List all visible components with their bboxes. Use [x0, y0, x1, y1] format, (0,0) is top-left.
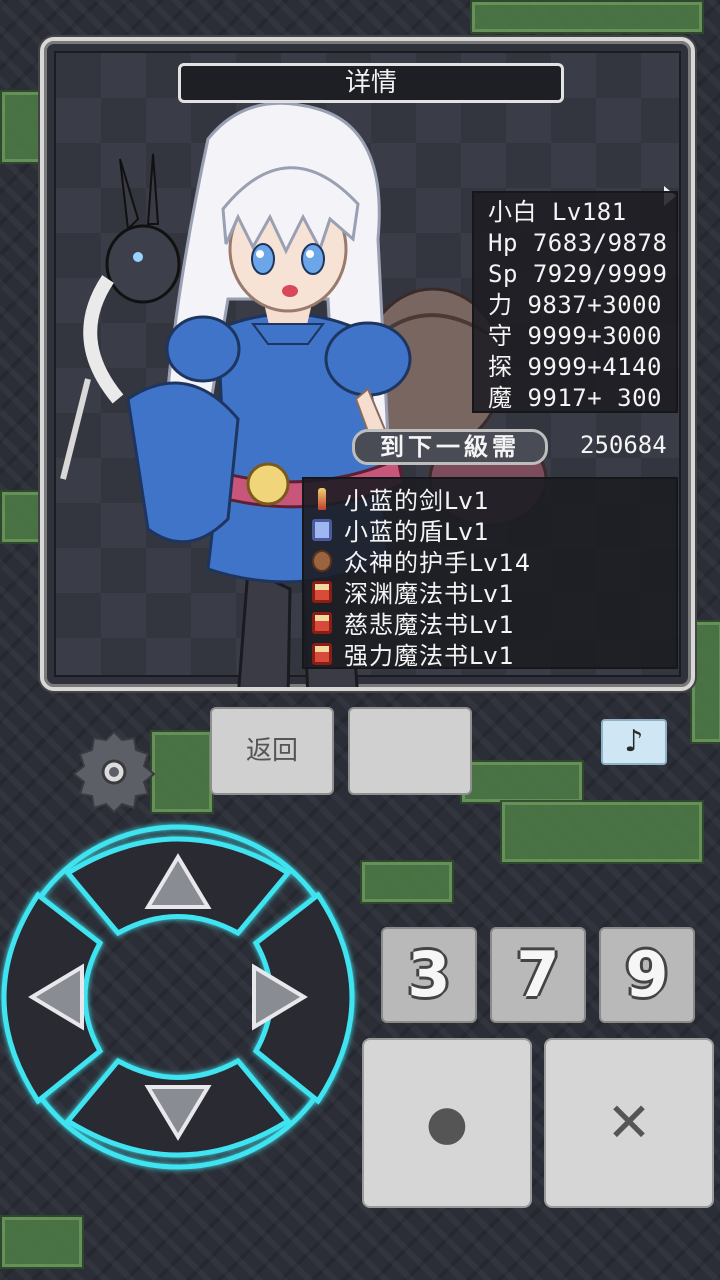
music-toggle-button[interactable]: ♪	[601, 719, 667, 765]
spellbook-icon	[312, 580, 332, 603]
equipment-name: 深渊魔法书Lv1	[344, 580, 515, 608]
map-tile	[360, 860, 454, 904]
equipment-name: 慈悲魔法书Lv1	[344, 611, 515, 639]
equipment-name: 众神的护手Lv14	[344, 549, 532, 577]
next-level-label: 到下一級需	[352, 429, 548, 465]
map-tile	[0, 490, 44, 544]
list-item: 众神的护手Lv14	[312, 545, 676, 577]
list-item: 小蓝的剑Lv1	[312, 483, 676, 515]
num-button-7[interactable]: 7	[490, 927, 586, 1023]
music-note-icon: ♪	[624, 724, 644, 759]
next-level-value: 250684	[580, 431, 667, 459]
next-level-row: 到下一級需 250684	[352, 429, 678, 467]
gauntlet-icon	[312, 549, 332, 572]
equipment-name: 小蓝的盾Lv1	[344, 518, 490, 546]
num-button-9[interactable]: 9	[599, 927, 695, 1023]
cancel-button[interactable]: ✕	[544, 1038, 714, 1208]
list-item: 慈悲魔法书Lv1	[312, 607, 676, 639]
num-button-3[interactable]: 3	[381, 927, 477, 1023]
panel-title: 详情	[178, 63, 564, 103]
circle-icon: ●	[426, 1095, 468, 1151]
back-button[interactable]: 返回	[210, 707, 334, 795]
character-detail-panel: 详情 小白 Lv181 Hp 7683/9878 Sp 7929/9999 力 …	[40, 37, 695, 691]
stat-magic: 魔 9917+ 300	[488, 384, 662, 412]
map-tile	[150, 730, 214, 814]
spellbook-icon	[312, 611, 332, 634]
equipment-name: 小蓝的剑Lv1	[344, 487, 490, 515]
equipment-name: 强力魔法书Lv1	[344, 642, 515, 670]
stat-sp: Sp 7929/9999	[488, 260, 668, 288]
list-item: 小蓝的盾Lv1	[312, 514, 676, 546]
map-tile	[0, 90, 44, 164]
stat-explore: 探 9999+4140	[488, 353, 662, 381]
sword-icon	[318, 487, 326, 510]
stat-power: 力 9837+3000	[488, 291, 662, 319]
dpad	[1, 824, 355, 1170]
list-item: 强力魔法书Lv1	[312, 638, 676, 670]
stat-defense: 守 9999+3000	[488, 322, 662, 350]
map-tile	[470, 0, 704, 34]
confirm-button[interactable]: ●	[362, 1038, 532, 1208]
equipment-list: 小蓝的剑Lv1 小蓝的盾Lv1 众神的护手Lv14 深渊魔法书Lv1 慈悲魔法书…	[302, 477, 678, 670]
character-name-level: 小白 Lv181	[488, 198, 627, 226]
shield-icon	[312, 518, 332, 541]
map-tile	[500, 800, 704, 864]
gear-icon[interactable]	[72, 730, 156, 814]
stats-box: 小白 Lv181 Hp 7683/9878 Sp 7929/9999 力 983…	[472, 191, 678, 413]
list-item: 深渊魔法书Lv1	[312, 576, 676, 608]
stat-hp: Hp 7683/9878	[488, 229, 668, 257]
map-tile	[460, 760, 584, 804]
cross-icon: ✕	[606, 1091, 652, 1154]
blank-button[interactable]	[348, 707, 472, 795]
map-tile	[0, 1215, 84, 1269]
spellbook-icon	[312, 642, 332, 665]
